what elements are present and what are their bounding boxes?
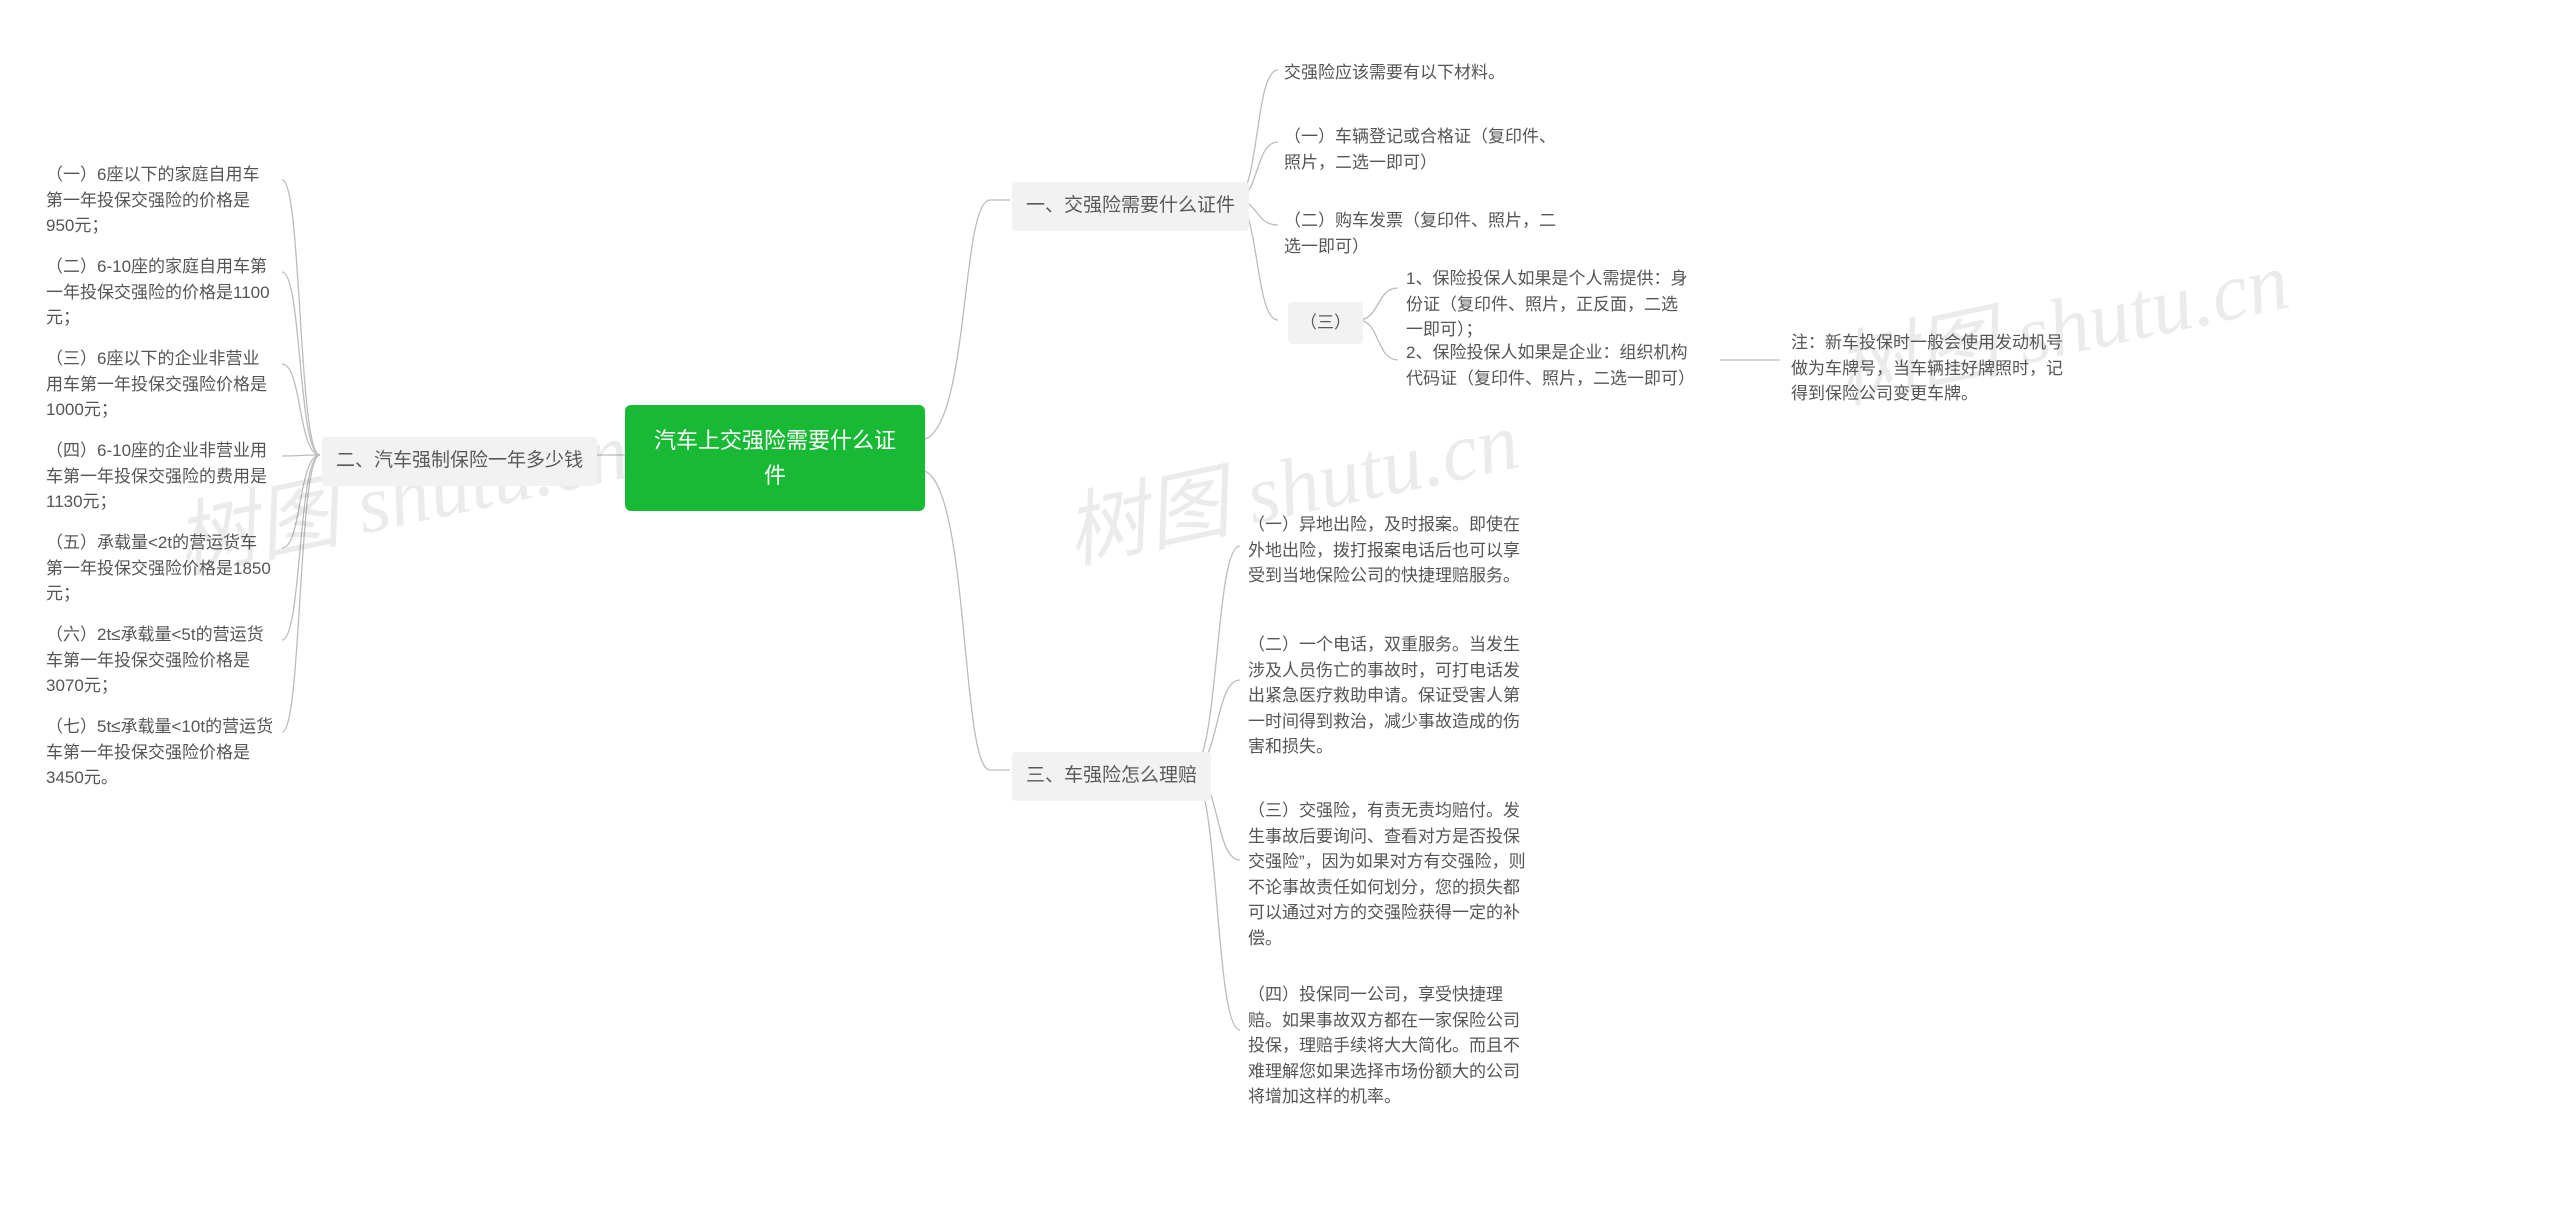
leaf-s2-b: （二）6-10座的家庭自用车第一年投保交强险的价格是1100元； — [40, 250, 280, 335]
leaf-s3-c: （三）交强险，有责无责均赔付。发生事故后要询问、查看对方是否投保交强险”，因为如… — [1242, 794, 1542, 955]
leaf-s1-3-b-note: 注：新车投保时一般会使用发动机号做为车牌号，当车辆挂好牌照时，记得到保险公司变更… — [1785, 326, 2085, 411]
leaf-s1-3-a: 1、保险投保人如果是个人需提供：身份证（复印件、照片，正反面，二选一即可）； — [1400, 262, 1700, 347]
leaf-s1-3-b: 2、保险投保人如果是企业：组织机构代码证（复印件、照片，二选一即可） — [1400, 336, 1700, 395]
leaf-s3-b: （二）一个电话，双重服务。当发生涉及人员伤亡的事故时，可打电话发出紧急医疗救助申… — [1242, 628, 1542, 764]
branch-s2[interactable]: 二、汽车强制保险一年多少钱 — [322, 437, 597, 486]
leaf-s1-a: 交强险应该需要有以下材料。 — [1278, 56, 1568, 90]
leaf-s2-f: （六）2t≤承载量<5t的营运货车第一年投保交强险价格是3070元； — [40, 618, 280, 703]
leaf-s2-e: （五）承载量<2t的营运货车第一年投保交强险价格是1850元； — [40, 526, 280, 611]
leaf-s2-g: （七）5t≤承载量<10t的营运货车第一年投保交强险价格是3450元。 — [40, 710, 280, 795]
leaf-s3-d: （四）投保同一公司，享受快捷理赔。如果事故双方都在一家保险公司投保，理赔手续将大… — [1242, 978, 1542, 1114]
leaf-s1-c: （二）购车发票（复印件、照片，二选一即可） — [1278, 204, 1568, 263]
leaf-s2-c: （三）6座以下的企业非营业用车第一年投保交强险价格是1000元； — [40, 342, 280, 427]
leaf-s3-a: （一）异地出险，及时报案。即使在外地出险，拨打报案电话后也可以享受到当地保险公司… — [1242, 508, 1542, 593]
branch-s1[interactable]: 一、交强险需要什么证件 — [1012, 182, 1249, 231]
branch-s3[interactable]: 三、车强险怎么理赔 — [1012, 752, 1211, 801]
leaf-s1-b: （一）车辆登记或合格证（复印件、照片，二选一即可） — [1278, 120, 1568, 179]
mindmap-canvas: 树图 shutu.cn 树图 shutu.cn 树图 shutu.cn 汽车上交… — [0, 0, 2560, 1230]
root-node[interactable]: 汽车上交强险需要什么证件 — [625, 405, 925, 511]
leaf-s2-a: （一）6座以下的家庭自用车第一年投保交强险的价格是950元； — [40, 158, 280, 243]
leaf-s2-d: （四）6-10座的企业非营业用车第一年投保交强险的费用是1130元； — [40, 434, 280, 519]
branch-s1-3[interactable]: （三） — [1288, 302, 1363, 344]
